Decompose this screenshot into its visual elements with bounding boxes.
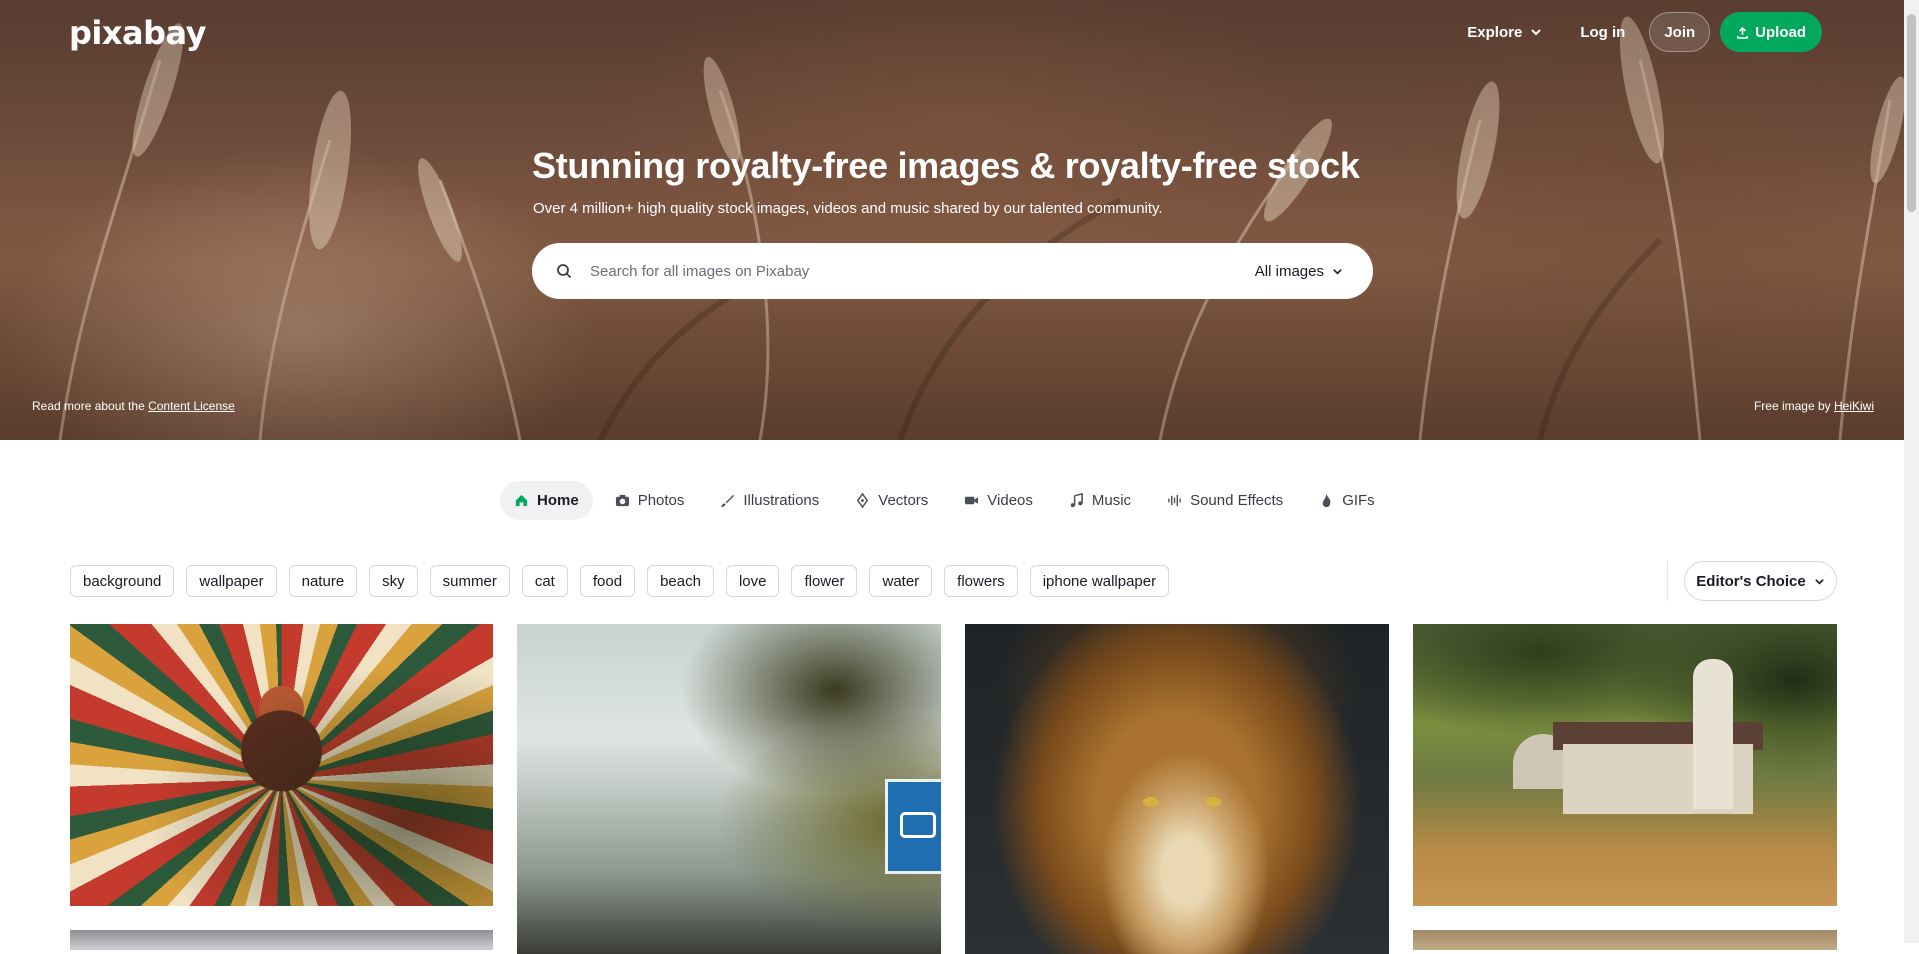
tag-chip[interactable]: flowers bbox=[944, 565, 1018, 597]
chevron-down-icon bbox=[1531, 29, 1542, 36]
join-button[interactable]: Join bbox=[1649, 12, 1711, 52]
image-tile[interactable] bbox=[70, 930, 493, 950]
tab-vectors[interactable]: Vectors bbox=[841, 481, 942, 520]
tag-chip[interactable]: love bbox=[725, 565, 780, 597]
tab-home[interactable]: Home bbox=[500, 481, 593, 520]
image-tile-monastery[interactable] bbox=[1413, 624, 1837, 906]
explore-menu-button[interactable]: Explore bbox=[1453, 14, 1556, 51]
tab-gifs[interactable]: GIFs bbox=[1305, 481, 1389, 520]
tag-chip[interactable]: background bbox=[70, 565, 175, 597]
login-link[interactable]: Log in bbox=[1566, 14, 1639, 51]
media-type-tabs: Home Photos Illustrations Vectors Videos… bbox=[500, 481, 1389, 520]
tab-videos[interactable]: Videos bbox=[950, 481, 1047, 520]
sort-label: Editor's Choice bbox=[1696, 572, 1806, 590]
camera-icon bbox=[615, 494, 629, 507]
pen-nib-icon bbox=[857, 493, 869, 508]
search-icon[interactable] bbox=[556, 263, 572, 279]
scrollbar-thumb[interactable] bbox=[1907, 14, 1916, 212]
hero-banner: pixabay Explore Log in Join Upload Stunn… bbox=[0, 0, 1904, 440]
pixabay-logo[interactable]: pixabay bbox=[69, 14, 206, 52]
chevron-down-icon bbox=[1333, 268, 1342, 275]
explore-label: Explore bbox=[1467, 23, 1523, 41]
tag-chip[interactable]: summer bbox=[429, 565, 510, 597]
tag-chip[interactable]: food bbox=[579, 565, 636, 597]
tab-sound-effects[interactable]: Sound Effects bbox=[1153, 481, 1297, 520]
tag-chip[interactable]: wallpaper bbox=[186, 565, 277, 597]
flame-icon bbox=[1322, 493, 1331, 508]
parking-sign bbox=[885, 779, 941, 874]
hero-subtitle: Over 4 million+ high quality stock image… bbox=[533, 200, 1163, 217]
tab-photos[interactable]: Photos bbox=[601, 481, 699, 520]
chevron-down-icon bbox=[1814, 578, 1824, 585]
upload-button[interactable]: Upload bbox=[1720, 12, 1822, 52]
home-icon bbox=[515, 494, 528, 507]
page-scrollbar[interactable] bbox=[1904, 0, 1919, 943]
tag-chip[interactable]: sky bbox=[369, 565, 418, 597]
search-bar: All images bbox=[532, 243, 1373, 299]
waveform-icon bbox=[1168, 494, 1181, 507]
image-credit: Free image by HeiKiwi bbox=[1753, 399, 1874, 413]
divider bbox=[1667, 561, 1668, 601]
content-license-link[interactable]: Content License bbox=[148, 399, 235, 413]
search-scope-dropdown[interactable]: All images bbox=[1255, 263, 1343, 280]
music-note-icon bbox=[1070, 493, 1083, 508]
tag-chip[interactable]: iphone wallpaper bbox=[1029, 565, 1170, 597]
popular-tags: background wallpaper nature sky summer c… bbox=[70, 565, 1170, 597]
brush-icon bbox=[721, 494, 735, 508]
upload-icon bbox=[1737, 26, 1748, 39]
search-input[interactable] bbox=[590, 262, 1255, 280]
tag-chip[interactable]: flower bbox=[791, 565, 858, 597]
image-tile-carnival-costume[interactable] bbox=[70, 624, 493, 906]
tag-chip[interactable]: beach bbox=[647, 565, 714, 597]
sort-dropdown[interactable]: Editor's Choice bbox=[1684, 561, 1837, 601]
search-scope-label: All images bbox=[1254, 262, 1324, 280]
top-navigation: Explore Log in Join Upload bbox=[1453, 12, 1822, 52]
license-note: Read more about the Content License bbox=[32, 399, 235, 413]
tab-music[interactable]: Music bbox=[1055, 481, 1145, 520]
tag-chip[interactable]: nature bbox=[288, 565, 358, 597]
tag-chip[interactable]: cat bbox=[521, 565, 568, 597]
image-tile-street-scene[interactable] bbox=[517, 624, 941, 954]
tag-chip[interactable]: water bbox=[869, 565, 933, 597]
image-tile[interactable] bbox=[1413, 930, 1837, 950]
author-link[interactable]: HeiKiwi bbox=[1834, 399, 1874, 413]
video-camera-icon bbox=[965, 496, 979, 505]
upload-label: Upload bbox=[1755, 23, 1806, 41]
image-tile-lion[interactable] bbox=[965, 624, 1389, 954]
tab-illustrations[interactable]: Illustrations bbox=[706, 481, 833, 520]
hero-title: Stunning royalty-free images & royalty-f… bbox=[532, 145, 1360, 186]
